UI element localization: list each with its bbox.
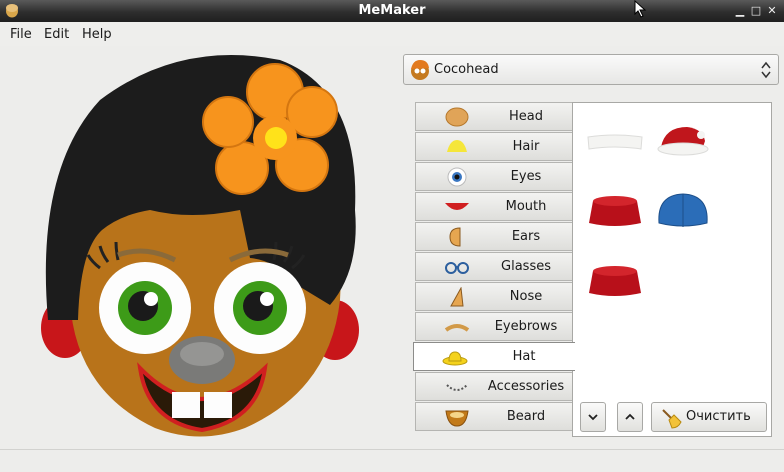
chevron-down-icon [588,414,598,421]
cocohead-thumbnail-icon [411,60,429,80]
eyebrow-icon [444,324,470,332]
tab-accessories-label: Accessories [487,379,565,394]
face-preview [41,55,359,437]
face-selector-value: Cocohead [434,62,499,77]
mouse-cursor-icon [634,0,647,18]
tab-eyes-label: Eyes [510,169,542,184]
santa-hat-icon[interactable] [653,121,713,165]
hat-icon [442,351,468,366]
tab-hair[interactable]: Hair [415,132,573,161]
left-tooth [172,392,200,418]
left-eye-shine [144,292,158,306]
tab-mouth-label: Mouth [505,199,547,214]
beard-icon [445,410,469,427]
mouth-icon [445,203,469,210]
tab-beard[interactable]: Beard [415,402,573,431]
blue-cap-hat-icon[interactable] [653,189,713,233]
eye-icon [447,167,467,187]
red-fez-hat-2-icon[interactable] [585,261,645,305]
hat-options-panel [572,102,772,437]
tab-head[interactable]: Head [415,102,573,131]
window-title: MeMaker [358,3,426,18]
status-bar [0,449,784,472]
nose-icon [450,287,464,307]
right-eye-shine [260,292,274,306]
menu-edit[interactable]: Edit [44,27,69,42]
tab-hat[interactable]: Hat [413,342,575,371]
tab-beard-label: Beard [506,409,546,424]
clear-button-label: Очистить [686,409,751,424]
tab-eyebrows[interactable]: Eyebrows [415,312,573,341]
face-selector[interactable]: Cocohead [403,54,779,85]
title-bar: MeMaker ▁ □ ✕ [0,0,784,22]
tab-ears[interactable]: Ears [415,222,573,251]
maximize-icon[interactable]: □ [748,3,764,19]
tab-glasses[interactable]: Glasses [415,252,573,281]
tab-nose[interactable]: Nose [415,282,573,311]
tab-glasses-label: Glasses [501,259,551,274]
broom-icon [662,409,682,429]
tab-accessories[interactable]: Accessories [415,372,573,401]
scroll-down-button[interactable] [580,402,606,432]
chevron-up-down-icon [761,61,771,79]
head-icon [445,107,469,127]
minimize-icon[interactable]: ▁ [732,3,748,19]
tab-hair-label: Hair [512,139,540,154]
tab-hat-label: Hat [512,349,536,364]
tab-ears-label: Ears [511,229,541,244]
glasses-icon [445,262,469,274]
menu-file[interactable]: File [10,27,32,42]
tab-mouth[interactable]: Mouth [415,192,573,221]
ear-icon [449,227,461,247]
tab-nose-label: Nose [509,289,543,304]
menu-help[interactable]: Help [82,27,112,42]
scroll-up-button[interactable] [617,402,643,432]
tab-eyes[interactable]: Eyes [415,162,573,191]
clear-button[interactable]: Очистить [651,402,767,432]
hair-icon [447,140,467,152]
tab-eyebrows-label: Eyebrows [494,319,558,334]
accessories-icon [446,384,468,391]
white-band-hat-icon[interactable] [585,121,645,165]
menu-bar: File Edit Help [0,22,784,46]
chevron-up-icon [625,413,635,420]
close-icon[interactable]: ✕ [764,3,780,19]
tab-head-label: Head [509,109,543,124]
red-fez-hat-icon[interactable] [585,191,645,235]
right-tooth [204,392,232,418]
